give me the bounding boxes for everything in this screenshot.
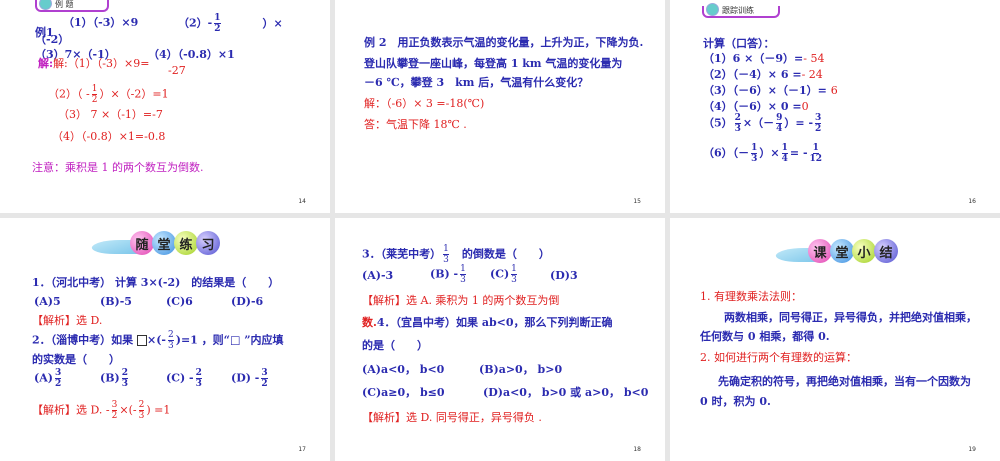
slide-number: 15 <box>633 198 641 205</box>
question-2-cont: （-2） <box>35 33 70 46</box>
question-2-options: (A) 3 2 (B) 2 3 (C) -23 (D) -32 <box>34 368 268 389</box>
slide-number: 14 <box>298 198 306 205</box>
badge-label: 跟踪训练 <box>722 6 754 15</box>
title-ball: 习 <box>196 231 220 255</box>
answer: 答：气温下降 18℃ . <box>364 118 467 131</box>
section-title-balls: 课 堂 小 结 <box>808 239 898 263</box>
title-ball: 课 <box>808 239 832 263</box>
rule-text: 两数相乘，同号得正，异号得负，并把绝对值相乘， <box>724 311 977 324</box>
question-1: 1．（河北中考） 计算 3×(-2) 的结果是（ ） <box>32 276 280 289</box>
exercise-row-6: （6）（－ 1 3 ）× 1 4 = -1 12 <box>703 143 823 164</box>
slide-thumbnail-18[interactable]: 3．（莱芜中考） 1 3 的倒数是（ ） (A)-3 (B) -13 (C) 1 3 (… <box>335 218 665 461</box>
exercise-row-2: （2）（－4）× 6 =- 24 <box>703 68 823 81</box>
solution-1: 解:解:（1）（-3）×9= <box>38 57 150 70</box>
answer-2: 【解析】选 D. -3 2 ×(- 2 3) =1 <box>32 400 171 421</box>
method-text: 先确定积的符号，再把绝对值相乘，当有一个因数为 <box>718 375 971 388</box>
answer-3: 【解析】选 A. 乘积为 1 的两个数互为倒 <box>362 294 560 307</box>
rule-text-cont: 任何数与 0 相乘，都得 0. <box>700 330 830 343</box>
question-4: 数.4．（宜昌中考）如果 ab<0，那么下列判断正确 <box>362 316 613 329</box>
title-ball: 随 <box>130 231 154 255</box>
solution-1-result: -27 <box>168 64 186 77</box>
exercise-row-5: （5） 2 3 ×（－ 9 4 ）= -32 <box>703 113 822 134</box>
slide-number: 16 <box>968 198 976 205</box>
question-3: 3．（莱芜中考） 1 3 的倒数是（ ） <box>362 244 550 265</box>
heading-1: 1. 有理数乘法法则： <box>700 290 802 303</box>
slide-thumbnail-14[interactable]: 例 题 例1 （1）（-3）×9 （2）- 1 2 ）× （-2） （3）7×（-1）… <box>0 0 330 213</box>
title-ball: 堂 <box>152 231 176 255</box>
title-ball: 结 <box>874 239 898 263</box>
option-c: (C)a≥0， b≤0 <box>362 386 445 399</box>
answer-4: 【解析】选 D. 同号得正，异号得负 . <box>362 411 542 424</box>
slide-thumbnail-15[interactable]: 例 2 用正负数表示气温的变化量，上升为正，下降为负. 登山队攀登一座山峰，每登… <box>335 0 665 213</box>
slide-thumbnail-17[interactable]: 随 堂 练 习 1．（河北中考） 计算 3×(-2) 的结果是（ ） (A)5(… <box>0 218 330 461</box>
problem-line-3: －6 ℃，攀登 3 km 后，气温有什么变化？ <box>364 76 589 89</box>
solution-3: （3） 7 ×（-1）=-7 <box>58 108 163 121</box>
question-4-cont: 的是（ ） <box>362 339 428 352</box>
sol-label: 解: <box>38 57 54 70</box>
problem-line-2: 登山队攀登一座山峰，每登高 1 km 气温的变化量为 <box>364 57 623 70</box>
note: 注意：乘积是 1 的两个数互为倒数. <box>32 161 204 174</box>
exercise-row-4: （4）（－6）× 0 =0 <box>703 100 809 113</box>
solution-4: （4）（-0.8）×1=-0.8 <box>52 130 166 143</box>
question-2: （2）- 1 2 ）× <box>178 13 283 34</box>
section-badge: 跟踪训练 <box>702 3 780 18</box>
answer-1: 【解析】选 D. <box>32 314 103 327</box>
question-1: （1）（-3）×9 <box>63 16 139 29</box>
slide-number: 19 <box>968 446 976 453</box>
badge-icon <box>706 3 719 16</box>
slide-thumbnail-19[interactable]: 课 堂 小 结 1. 有理数乘法法则： 两数相乘，同号得正，异号得负，并把绝对值… <box>670 218 1000 461</box>
heading-2: 2. 如何进行两个有理数的运算： <box>700 351 857 364</box>
badge-label: 例 题 <box>55 0 74 9</box>
section-badge: 例 题 <box>35 0 109 12</box>
solution: 解：（-6）× 3 =-18(℃) <box>364 97 485 110</box>
slide-number: 17 <box>298 446 306 453</box>
option-b: (B)a>0， b>0 <box>479 363 563 376</box>
badge-icon <box>39 0 52 10</box>
title-ball: 堂 <box>830 239 854 263</box>
problem-line-1: 例 2 用正负数表示气温的变化量，上升为正，下降为负. <box>364 36 644 49</box>
question-2: 2．（淄博中考）如果 ×(- 2 3)=1 ，则“□ ”内应填 <box>32 330 284 351</box>
exercise-row-3: （3）（－6）×（－1）= 6 <box>703 84 838 97</box>
solution-2: （2）（ -1 2 ）×（-2）=1 <box>48 84 169 105</box>
question-4: （4）（-0.8）×1 <box>148 48 235 61</box>
exercise-title: 计算（口答）： <box>703 37 775 50</box>
slide-number: 18 <box>633 446 641 453</box>
blank-box-icon <box>137 335 147 346</box>
title-ball: 小 <box>852 239 876 263</box>
section-title-balls: 随 堂 练 习 <box>130 231 220 255</box>
question-2-cont: 的实数是（ ） <box>32 353 120 366</box>
option-d: (D)a<0， b>0 或 a>0， b<0 <box>483 386 649 399</box>
option-a: (A)a<0， b<0 <box>362 363 445 376</box>
title-ball: 练 <box>174 231 198 255</box>
slide-thumbnail-16[interactable]: 跟踪训练 计算（口答）： （1）6 ×（－9）=- 54 （2）（－4）× 6 … <box>670 0 1000 213</box>
question-3-options: (A)-3 (B) -13 (C) 1 3 (D)3 <box>362 264 578 285</box>
exercise-row-1: （1）6 ×（－9）=- 54 <box>703 52 825 65</box>
method-text-cont: 0 时，积为 0. <box>700 395 771 408</box>
